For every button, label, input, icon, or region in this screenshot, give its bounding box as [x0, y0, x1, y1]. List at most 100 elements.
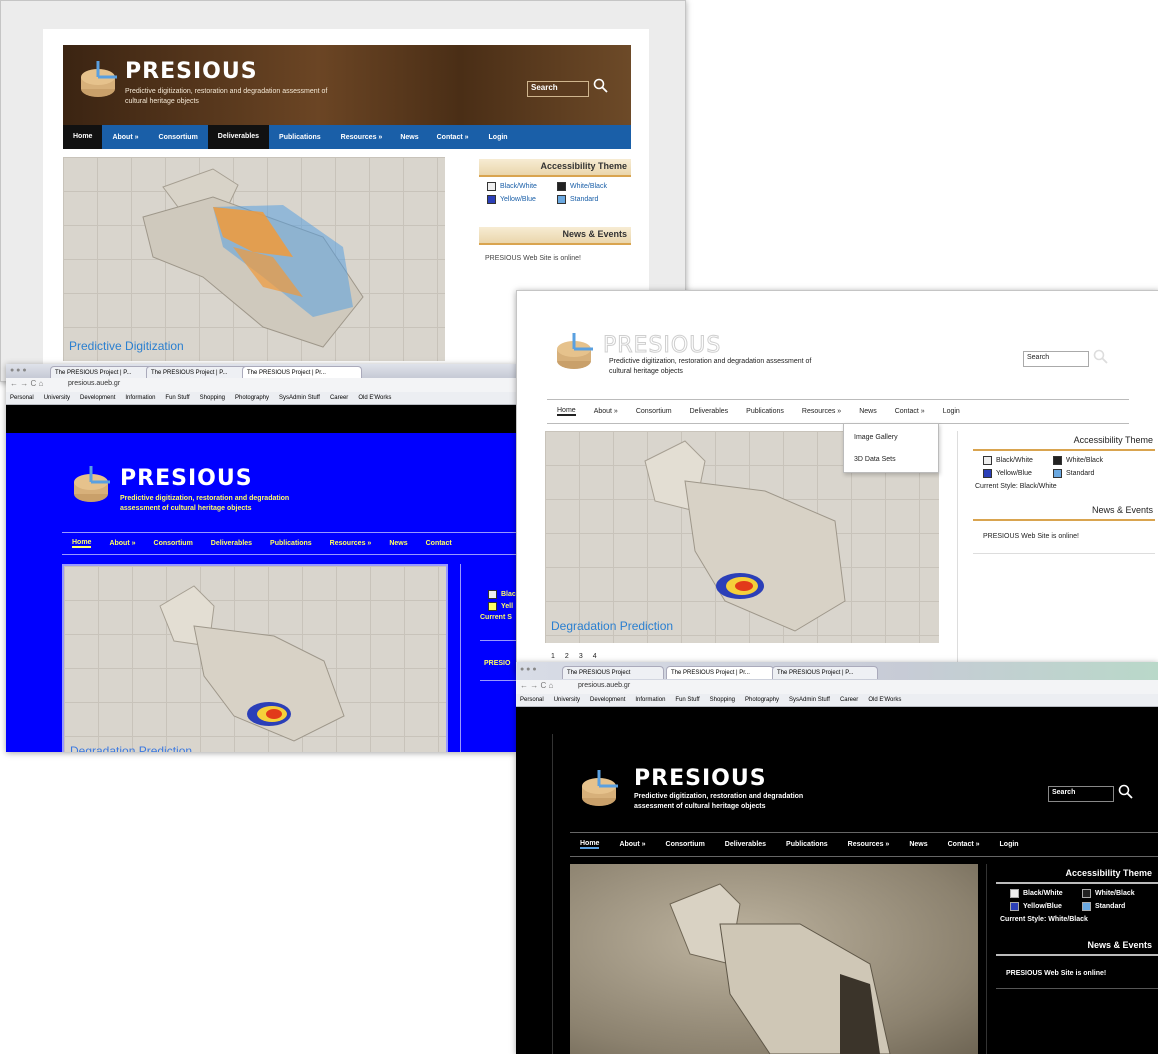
nav-contact[interactable]: Contact »	[895, 408, 925, 415]
nav-about[interactable]: About »	[619, 841, 645, 848]
nav-login[interactable]: Login	[1000, 841, 1019, 848]
news-header: News & Events	[479, 227, 631, 245]
nav-publications[interactable]: Publications	[269, 134, 331, 141]
pager-3[interactable]: 3	[579, 653, 583, 660]
nav-resources[interactable]: Resources »	[331, 134, 393, 141]
tagline: Predictive digitization, restoration and…	[609, 358, 812, 375]
nav-home[interactable]: Home	[72, 539, 92, 548]
site-banner: PRESIOUS Predictive digitization, restor…	[63, 45, 631, 125]
main-nav: Home About » Consortium Deliverables Pub…	[63, 125, 631, 149]
theme-black-white[interactable]: Blac	[488, 590, 516, 599]
nav-login[interactable]: Login	[943, 408, 960, 415]
search-input[interactable]: Search	[1023, 351, 1089, 367]
browser-tab[interactable]: The PRESIOUS Project | P...	[772, 666, 878, 679]
address-bar: ← → C ⌂ presious.aueb.gr	[516, 680, 1158, 695]
news-heading: News & Events	[1087, 940, 1152, 950]
nav-news[interactable]: News	[909, 841, 927, 848]
tagline: Predictive digitization, restoration and…	[125, 88, 328, 105]
accessibility-heading: Accessibility Theme	[1065, 868, 1152, 878]
theme-black-white[interactable]: Black/White	[1010, 889, 1063, 898]
accessibility-rule	[973, 449, 1155, 451]
nav-deliverables[interactable]: Deliverables	[725, 841, 766, 848]
theme-yellow-blue[interactable]: Yellow/Blue	[487, 195, 536, 204]
theme-yellow-blue[interactable]: Yellow/Blue	[983, 469, 1032, 478]
nav-home[interactable]: Home	[557, 407, 576, 416]
nav-resources[interactable]: Resources »	[330, 540, 372, 547]
nav-news[interactable]: News	[392, 134, 426, 141]
nav-contact[interactable]: Contact »	[948, 841, 980, 848]
hero-caption: Degradation Prediction	[70, 744, 193, 752]
sidebar-rule	[480, 640, 516, 641]
bookmarks-bar: Personal University Development Information…	[516, 694, 1158, 707]
search-input[interactable]: Search	[1048, 786, 1114, 802]
menu-item-3d-data-sets[interactable]: 3D Data Sets	[854, 456, 896, 463]
theme-white-black[interactable]: White/Black	[557, 182, 607, 191]
nav-consortium[interactable]: Consortium	[149, 134, 208, 141]
nav-about[interactable]: About »	[109, 540, 135, 547]
url-field[interactable]: presious.aueb.gr	[578, 682, 630, 689]
nav-publications[interactable]: Publications	[746, 408, 784, 415]
news-item[interactable]: PRESIO	[484, 660, 510, 667]
theme-standard[interactable]: Standard	[1082, 902, 1125, 911]
theme-yellow-blue[interactable]: Yellow/Blue	[1010, 902, 1062, 911]
accessibility-header: Accessibility Theme	[479, 159, 631, 177]
search-icon[interactable]	[1118, 784, 1134, 800]
nav-login[interactable]: Login	[479, 134, 518, 141]
pager-1[interactable]: 1	[551, 653, 555, 660]
menu-item-image-gallery[interactable]: Image Gallery	[854, 434, 898, 441]
nav-deliverables[interactable]: Deliverables	[690, 408, 729, 415]
theme-white-black[interactable]: White/Black	[1082, 889, 1135, 898]
search-icon[interactable]	[1093, 349, 1109, 365]
search-icon[interactable]	[593, 78, 609, 94]
presious-logo-icon	[74, 466, 110, 502]
news-item[interactable]: PRESIOUS Web Site is online!	[1006, 970, 1106, 977]
screenshot-blue-theme: ● ● ● The PRESIOUS Project | P... The PR…	[6, 364, 516, 752]
nav-contact[interactable]: Contact	[426, 540, 452, 547]
nav-deliverables[interactable]: Deliverables	[211, 540, 252, 547]
theme-standard[interactable]: Standard	[1053, 469, 1094, 478]
browser-tab[interactable]: The PRESIOUS Project	[562, 666, 664, 679]
nav-resources[interactable]: Resources »	[802, 408, 841, 415]
brand-name: PRESIOUS	[634, 766, 767, 791]
sidebar-divider	[957, 431, 958, 671]
nav-consortium[interactable]: Consortium	[154, 540, 193, 547]
news-item[interactable]: PRESIOUS Web Site is online!	[983, 533, 1079, 540]
nav-home[interactable]: Home	[63, 125, 103, 149]
theme-standard[interactable]: Standard	[557, 195, 598, 204]
brand-name: PRESIOUS	[125, 59, 258, 84]
browser-tab-strip: ● ● ● The PRESIOUS Project The PRESIOUS …	[516, 662, 1158, 680]
nav-publications[interactable]: Publications	[786, 841, 828, 848]
theme-yellow-blue[interactable]: Yell	[488, 602, 513, 611]
nav-news[interactable]: News	[389, 540, 407, 547]
theme-white-black[interactable]: White/Black	[1053, 456, 1103, 465]
window-controls: ● ● ●	[520, 666, 537, 673]
hero-caption: Degradation Prediction	[551, 619, 674, 633]
nav-contact[interactable]: Contact »	[427, 134, 479, 141]
theme-black-white[interactable]: Black/White	[983, 456, 1033, 465]
wb-icon	[1053, 456, 1062, 465]
nav-about[interactable]: About »	[594, 408, 618, 415]
nav-arrows-icon[interactable]: ← → C ⌂	[520, 681, 553, 690]
pager-2[interactable]: 2	[565, 653, 569, 660]
top-black-strip	[6, 405, 516, 433]
theme-black-white[interactable]: Black/White	[487, 182, 537, 191]
hero-image: Predictive Digitization	[63, 157, 445, 361]
news-item[interactable]: PRESIOUS Web Site is online!	[485, 255, 581, 262]
browser-tab-active[interactable]: The PRESIOUS Project | Pr...	[666, 666, 774, 679]
nav-rule-top	[570, 832, 1158, 833]
nav-resources[interactable]: Resources »	[848, 841, 890, 848]
url-field[interactable]: presious.aueb.gr	[68, 380, 120, 387]
search-input[interactable]: Search	[527, 81, 589, 97]
nav-consortium[interactable]: Consortium	[636, 408, 672, 415]
nav-news[interactable]: News	[859, 408, 877, 415]
screenshot-black-theme: ● ● ● The PRESIOUS Project The PRESIOUS …	[516, 662, 1158, 1054]
sidebar-rule-2	[480, 680, 516, 681]
nav-arrows-icon[interactable]: ← → C ⌂	[10, 379, 43, 388]
nav-about[interactable]: About »	[102, 134, 148, 141]
nav-consortium[interactable]: Consortium	[666, 841, 705, 848]
nav-publications[interactable]: Publications	[270, 540, 312, 547]
accessibility-heading: Accessibility Theme	[1073, 435, 1153, 445]
nav-deliverables[interactable]: Deliverables	[207, 125, 270, 149]
pager-4[interactable]: 4	[593, 653, 597, 660]
nav-home[interactable]: Home	[580, 840, 600, 849]
